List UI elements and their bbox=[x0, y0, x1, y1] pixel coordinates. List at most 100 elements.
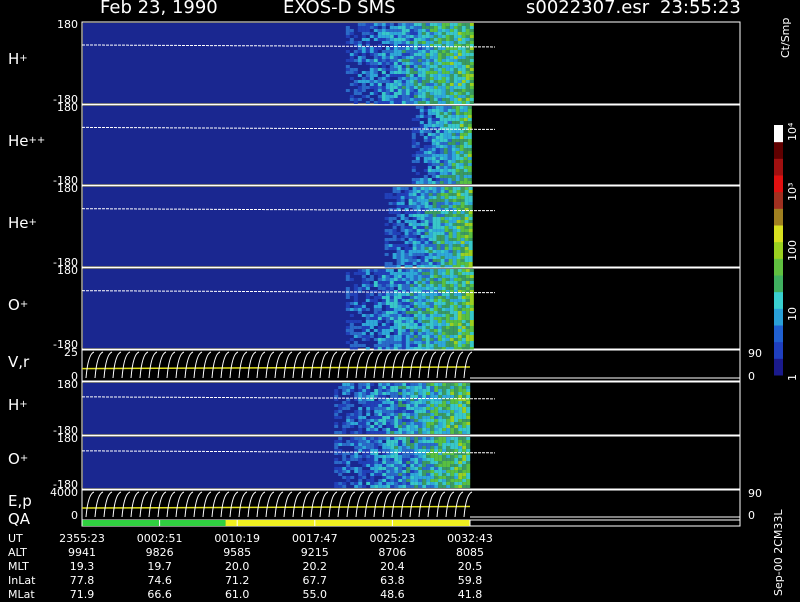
spectrogram-cell bbox=[454, 386, 459, 389]
spectrogram-cell bbox=[461, 293, 466, 296]
spectrogram-cell bbox=[441, 338, 446, 341]
spectrogram-cell bbox=[441, 320, 446, 323]
spectrogram-cell bbox=[404, 205, 409, 208]
spectrogram-cell bbox=[398, 482, 403, 485]
spectrogram-cell bbox=[369, 269, 374, 272]
spectrogram-cell bbox=[409, 26, 414, 29]
right-tick-min: 0 bbox=[748, 370, 755, 383]
spectrogram-cell bbox=[409, 323, 414, 326]
spectrogram-cell bbox=[445, 50, 450, 53]
spectrogram-cell bbox=[469, 62, 474, 65]
spectrogram-cell bbox=[442, 383, 447, 386]
spectrogram-cell bbox=[349, 83, 354, 86]
spectrogram-cell bbox=[419, 121, 424, 124]
spectrogram-cell bbox=[436, 196, 441, 199]
spectrogram-cell bbox=[404, 211, 409, 214]
spectrogram-cell bbox=[461, 101, 466, 104]
spectrogram-cell bbox=[429, 296, 434, 299]
spectrogram-cell bbox=[421, 47, 426, 50]
spectrogram-cell bbox=[384, 244, 389, 247]
attitude-curve bbox=[400, 491, 410, 518]
spectrogram-cell bbox=[434, 446, 439, 449]
spectrogram-cell bbox=[440, 196, 445, 199]
spectrogram-cell bbox=[354, 416, 359, 419]
spectrogram-cell bbox=[439, 181, 444, 184]
spectrogram-cell bbox=[458, 431, 463, 434]
spectrogram-cell bbox=[410, 383, 415, 386]
spectrogram-cell bbox=[394, 410, 399, 413]
spectrogram-cell bbox=[453, 92, 458, 95]
spectrogram-cell bbox=[392, 190, 397, 193]
spectrogram-cell bbox=[446, 431, 451, 434]
spectrogram-cell bbox=[446, 392, 451, 395]
spectrogram-cell bbox=[357, 290, 362, 293]
spectrogram-cell bbox=[448, 247, 453, 250]
spectrogram-cell bbox=[362, 485, 367, 488]
spectrogram-cell bbox=[334, 431, 339, 434]
spectrogram-cell bbox=[409, 326, 414, 329]
spectrogram-cell bbox=[421, 323, 426, 326]
spectrogram-cell bbox=[454, 437, 459, 440]
attitude-curve bbox=[373, 491, 383, 518]
spectrogram-cell bbox=[394, 413, 399, 416]
spectrogram-cell bbox=[369, 317, 374, 320]
spectrogram-cell bbox=[426, 440, 431, 443]
spectrogram-cell bbox=[412, 244, 417, 247]
spectrogram-cell bbox=[445, 71, 450, 74]
spectrogram-cell bbox=[417, 65, 422, 68]
spectrogram-cell bbox=[446, 479, 451, 482]
spectrogram-cell bbox=[425, 56, 430, 59]
spectrogram-cell bbox=[425, 281, 430, 284]
spectrogram-cell bbox=[465, 278, 470, 281]
spectrogram-cell bbox=[448, 205, 453, 208]
spectrogram-cell bbox=[397, 35, 402, 38]
spectrogram-cell bbox=[458, 482, 463, 485]
spectrogram-cell bbox=[423, 148, 428, 151]
spectrogram-cell bbox=[353, 308, 358, 311]
spectrogram-cell bbox=[461, 47, 466, 50]
spectrogram-cell bbox=[386, 428, 391, 431]
spectrogram-cell bbox=[414, 383, 419, 386]
spectrogram-cell bbox=[401, 101, 406, 104]
spectrogram-cell bbox=[365, 284, 370, 287]
spectrogram-cell bbox=[417, 92, 422, 95]
spectrogram-cell bbox=[437, 32, 442, 35]
spectrogram-cell bbox=[447, 154, 452, 157]
spectrogram-cell bbox=[451, 136, 456, 139]
spectrogram-cell bbox=[420, 241, 425, 244]
spectrogram-cell bbox=[442, 431, 447, 434]
spectrogram-cell bbox=[414, 455, 419, 458]
spectrogram-cell bbox=[386, 431, 391, 434]
spectrogram-cell bbox=[342, 461, 347, 464]
spectrogram-cell bbox=[373, 38, 378, 41]
spectrogram-cell bbox=[415, 151, 420, 154]
spectrogram-cell bbox=[416, 214, 421, 217]
spectrogram-cell bbox=[357, 23, 362, 26]
spectrogram-cell bbox=[377, 341, 382, 344]
spectrogram-cell bbox=[437, 293, 442, 296]
spectrogram-cell bbox=[405, 101, 410, 104]
spectrogram-cell bbox=[444, 187, 449, 190]
spectrogram-cell bbox=[432, 226, 437, 229]
spectrogram-cell bbox=[461, 32, 466, 35]
spectrogram-cell bbox=[469, 101, 474, 104]
spectrogram-cell bbox=[400, 229, 405, 232]
spectrogram-cell bbox=[362, 419, 367, 422]
spectrogram-cell bbox=[397, 293, 402, 296]
spectrogram-cell bbox=[431, 157, 436, 160]
spectrogram-cell bbox=[415, 145, 420, 148]
spectrogram-cell bbox=[457, 38, 462, 41]
spectrogram-cell bbox=[385, 59, 390, 62]
spectrogram-cell bbox=[425, 80, 430, 83]
spectrogram-cell bbox=[439, 154, 444, 157]
spectrogram-cell bbox=[427, 124, 432, 127]
spectrogram-cell bbox=[448, 256, 453, 259]
spectrogram-cell bbox=[405, 284, 410, 287]
spectrogram-cell bbox=[459, 157, 464, 160]
spectrogram-cell bbox=[454, 464, 459, 467]
spectrogram-cell bbox=[413, 47, 418, 50]
spectrogram-cell bbox=[418, 413, 423, 416]
spectrogram-cell bbox=[447, 112, 452, 115]
spectrogram-cell bbox=[455, 172, 460, 175]
spectrogram-cell bbox=[458, 476, 463, 479]
